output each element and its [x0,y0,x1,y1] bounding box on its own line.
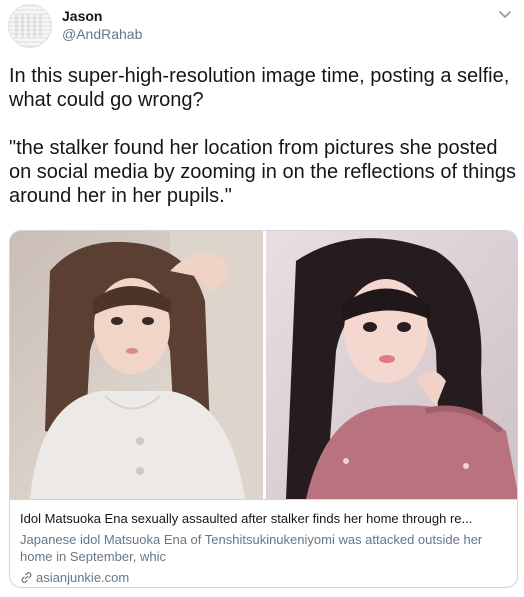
card-domain-text[interactable]: asianjunkie.com [36,569,129,586]
author-handle[interactable]: @AndRahab [62,26,142,42]
card-text[interactable]: Idol Matsuoka Ena sexually assaulted aft… [10,499,517,587]
card-title[interactable]: Idol Matsuoka Ena sexually assaulted aft… [20,510,509,527]
tweet: Jason @AndRahab In this super-high-resol… [0,0,524,597]
card-domain[interactable]: asianjunkie.com [20,569,509,586]
link-card[interactable]: Idol Matsuoka Ena sexually assaulted aft… [9,230,518,588]
tweet-header: Jason @AndRahab [8,2,518,50]
chevron-down-icon[interactable] [498,8,512,22]
avatar[interactable] [8,4,52,48]
card-image-right[interactable] [266,231,517,499]
author-name[interactable]: Jason [62,8,102,24]
card-image-left[interactable] [10,231,263,499]
card-description: Japanese idol Matsuoka Ena of Tenshitsuk… [20,532,483,564]
link-icon [21,572,32,583]
tweet-text: In this super-high-resolution image time… [9,65,516,207]
